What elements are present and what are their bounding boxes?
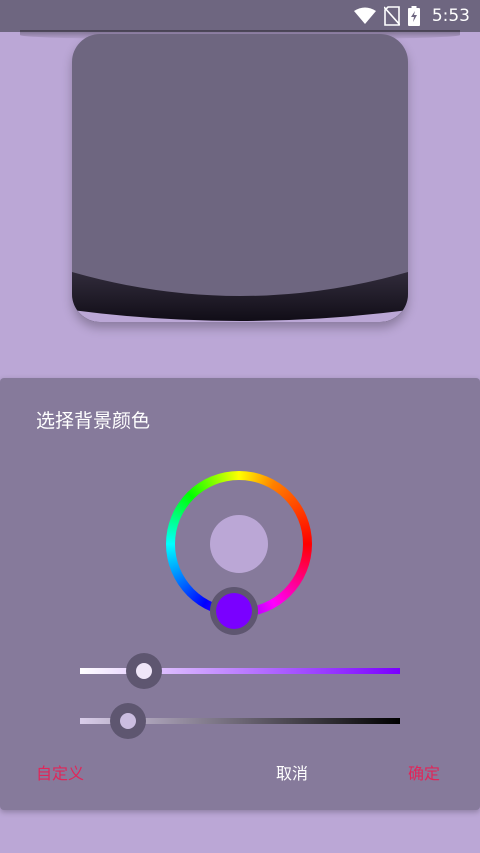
- status-time: 5:53: [431, 6, 470, 26]
- dialog-title: 选择背景颜色: [36, 410, 151, 432]
- status-icons: 5:53: [353, 0, 470, 32]
- saturation-slider-thumb[interactable]: [136, 663, 152, 679]
- status-bar: 5:53: [0, 0, 480, 32]
- brightness-slider-thumb[interactable]: [120, 713, 136, 729]
- no-sim-icon: [383, 6, 400, 26]
- wifi-icon: [353, 7, 376, 25]
- background-preview: [72, 34, 408, 322]
- color-picker-dialog: 选择背景颜色 自定义 取消 确定: [0, 378, 480, 810]
- ok-button[interactable]: 确定: [408, 760, 440, 784]
- custom-button[interactable]: 自定义: [36, 760, 84, 784]
- preview-curl-shadow: [72, 272, 408, 322]
- selected-color-swatch: [210, 515, 268, 573]
- cancel-button[interactable]: 取消: [276, 760, 308, 784]
- hue-handle[interactable]: [216, 593, 252, 629]
- battery-charging-icon: [407, 6, 420, 26]
